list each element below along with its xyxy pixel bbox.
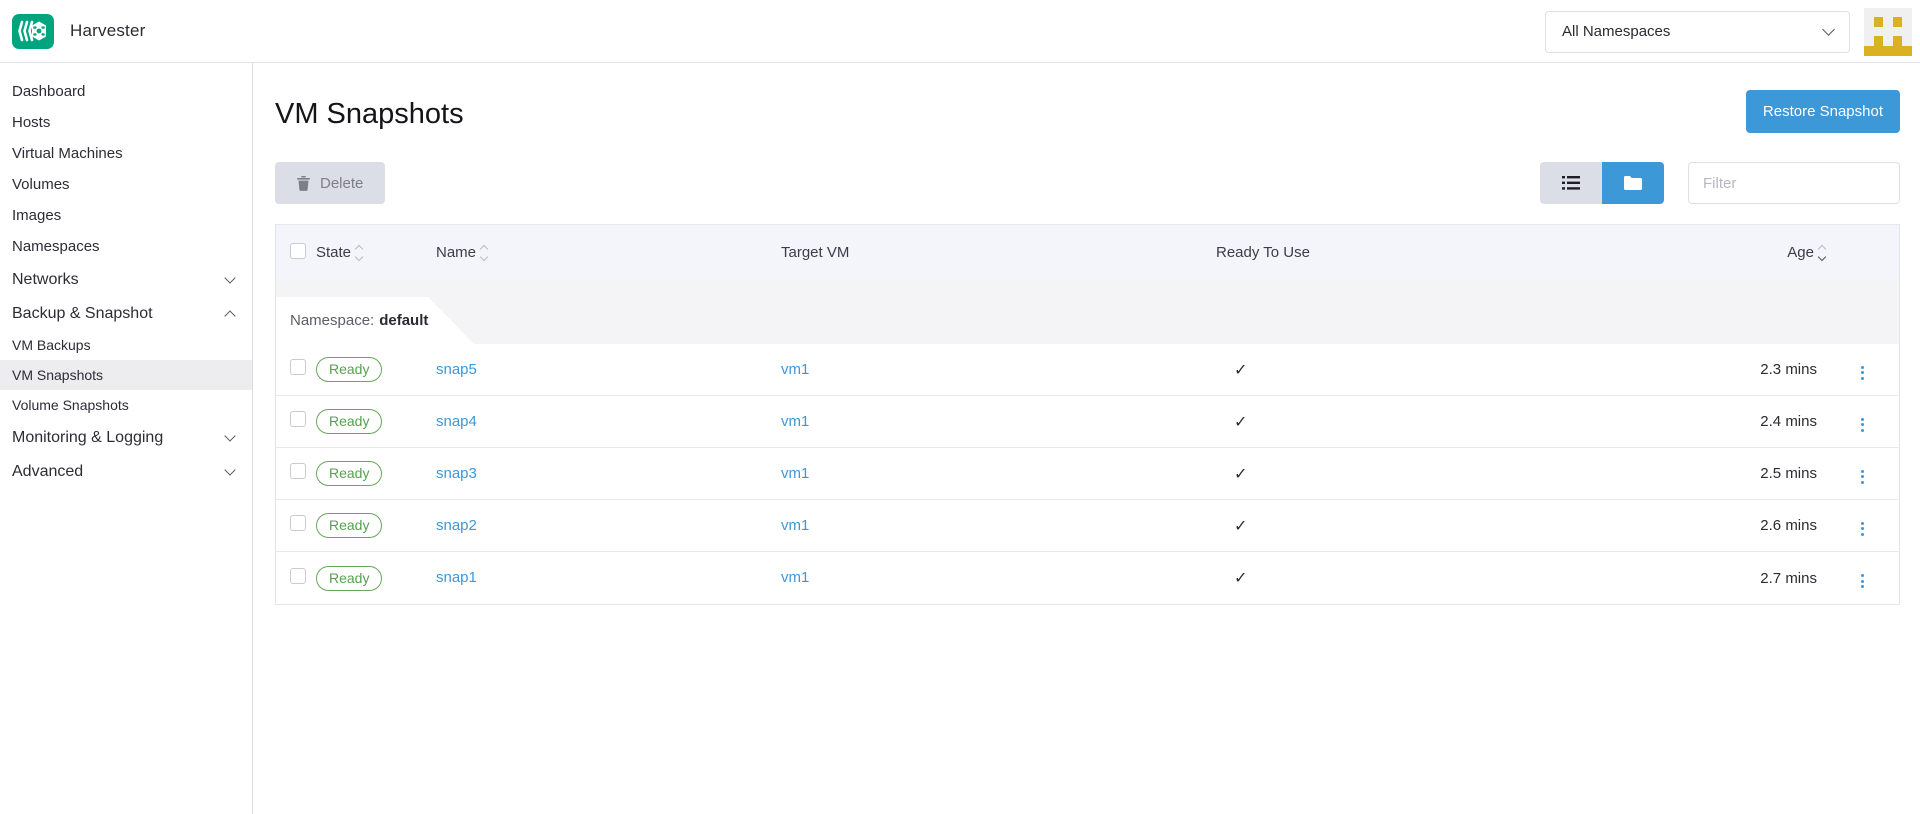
chevron-up-icon [224,310,235,321]
age-value: 2.3 mins [1706,361,1829,378]
ready-checkmark-icon: ✓ [1216,568,1706,588]
snapshot-name-link[interactable]: snap3 [436,465,477,482]
sidebar-nav: Dashboard Hosts Virtual Machines Volumes… [0,63,253,814]
app-title: Harvester [70,21,146,41]
ready-checkmark-icon: ✓ [1216,412,1706,432]
table-row: Ready snap2 vm1 ✓ 2.6 mins [276,500,1899,552]
sidebar-item-hosts[interactable]: Hosts [0,107,252,138]
page-title: VM Snapshots [275,98,464,131]
sidebar-item-vm-backups[interactable]: VM Backups [0,330,252,360]
sidebar-group-monitoring-logging[interactable]: Monitoring & Logging [0,421,252,454]
sidebar-item-volumes[interactable]: Volumes [0,169,252,200]
wheat-hexagon-glyph [18,20,48,42]
target-vm-link[interactable]: vm1 [781,413,809,430]
filter-input[interactable] [1688,162,1900,204]
column-header-state[interactable]: State [316,244,436,261]
age-value: 2.5 mins [1706,465,1829,482]
chevron-down-icon [224,272,235,283]
row-checkbox[interactable] [290,411,306,427]
snapshot-name-link[interactable]: snap5 [436,361,477,378]
harvester-logo-icon[interactable] [12,14,54,49]
row-checkbox[interactable] [290,568,306,584]
namespace-group-value: default [379,312,428,329]
table-row: Ready snap1 vm1 ✓ 2.7 mins [276,552,1899,604]
sidebar-item-dashboard[interactable]: Dashboard [0,76,252,107]
sort-icon-active-desc [1819,246,1825,260]
sidebar-group-advanced[interactable]: Advanced [0,455,252,488]
target-vm-link[interactable]: vm1 [781,361,809,378]
namespace-filter-value: All Namespaces [1562,23,1670,40]
target-vm-link[interactable]: vm1 [781,517,809,534]
sidebar-group-backup-snapshot[interactable]: Backup & Snapshot [0,297,252,330]
table-row: Ready snap5 vm1 ✓ 2.3 mins [276,344,1899,396]
chevron-down-icon [1822,23,1835,36]
sidebar-item-vm-snapshots[interactable]: VM Snapshots [0,360,252,390]
sort-icon [356,246,362,260]
table-row: Ready snap4 vm1 ✓ 2.4 mins [276,396,1899,448]
view-mode-toggle [1540,162,1664,204]
chevron-down-icon [224,464,235,475]
age-value: 2.6 mins [1706,517,1829,534]
sidebar-item-volume-snapshots[interactable]: Volume Snapshots [0,390,252,420]
sidebar-item-images[interactable]: Images [0,200,252,231]
app-header: Harvester All Namespaces [0,0,1920,63]
chevron-down-icon [224,430,235,441]
grouped-view-button[interactable] [1602,162,1664,204]
restore-snapshot-button[interactable]: Restore Snapshot [1746,90,1900,133]
delete-button[interactable]: Delete [275,162,385,204]
trash-icon [297,176,310,191]
row-checkbox[interactable] [290,359,306,375]
list-icon [1562,176,1580,190]
namespace-group-tab: Namespace: default [276,297,474,344]
row-actions-menu-button[interactable] [1857,466,1868,488]
snapshot-name-link[interactable]: snap2 [436,517,477,534]
column-header-ready-to-use[interactable]: Ready To Use [1216,244,1706,261]
avatar-identicon[interactable] [1864,8,1912,56]
folder-icon [1624,176,1642,190]
snapshot-name-link[interactable]: snap1 [436,569,477,586]
ready-checkmark-icon: ✓ [1216,360,1706,380]
column-header-target-vm[interactable]: Target VM [781,244,1216,261]
status-badge: Ready [316,461,382,486]
main-content: VM Snapshots Restore Snapshot Delete [253,63,1920,814]
target-vm-link[interactable]: vm1 [781,465,809,482]
sort-icon [481,246,487,260]
row-checkbox[interactable] [290,515,306,531]
list-view-button[interactable] [1540,162,1602,204]
target-vm-link[interactable]: vm1 [781,569,809,586]
table-toolbar: Delete [275,162,1900,204]
namespace-group-row: Namespace: default [276,280,1899,344]
column-header-age[interactable]: Age [1787,244,1829,261]
sidebar-item-namespaces[interactable]: Namespaces [0,231,252,262]
age-value: 2.4 mins [1706,413,1829,430]
status-badge: Ready [316,357,382,382]
age-value: 2.7 mins [1706,570,1829,587]
row-actions-menu-button[interactable] [1857,518,1868,540]
row-actions-menu-button[interactable] [1857,570,1868,592]
snapshot-name-link[interactable]: snap4 [436,413,477,430]
ready-checkmark-icon: ✓ [1216,464,1706,484]
select-all-checkbox[interactable] [290,243,306,259]
column-header-name[interactable]: Name [436,244,781,261]
row-checkbox[interactable] [290,463,306,479]
sidebar-item-virtual-machines[interactable]: Virtual Machines [0,138,252,169]
status-badge: Ready [316,409,382,434]
snapshots-table: State Name Target VM Ready To Use Age [275,224,1900,605]
status-badge: Ready [316,566,382,591]
sidebar-group-networks[interactable]: Networks [0,263,252,296]
ready-checkmark-icon: ✓ [1216,516,1706,536]
namespace-filter-dropdown[interactable]: All Namespaces [1545,11,1850,53]
row-actions-menu-button[interactable] [1857,414,1868,436]
table-row: Ready snap3 vm1 ✓ 2.5 mins [276,448,1899,500]
table-header-row: State Name Target VM Ready To Use Age [276,224,1899,280]
row-actions-menu-button[interactable] [1857,362,1868,384]
status-badge: Ready [316,513,382,538]
